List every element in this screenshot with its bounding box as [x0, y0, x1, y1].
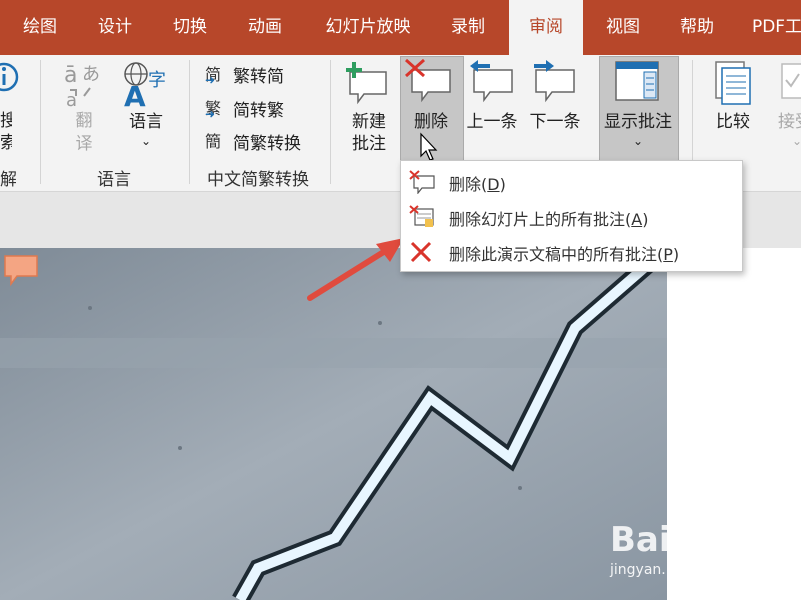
tab-draw[interactable]: 绘图 [8, 0, 72, 55]
chinese-conversion-group-label: 中文简繁转换 [207, 170, 309, 190]
convert-icon: 簡 [205, 132, 222, 151]
translate-icon: ā あ a [64, 63, 100, 108]
new-comment-label-top[interactable]: 新建 [347, 111, 391, 133]
svg-text:あ: あ [82, 64, 100, 85]
menu-item-delete-label: 删除(D) [449, 175, 506, 194]
mouse-cursor-icon [420, 132, 438, 161]
svg-text:字: 字 [148, 70, 166, 91]
tab-help[interactable]: 帮助 [665, 0, 729, 55]
smart-lookup-label-top[interactable]: 搜 [0, 110, 12, 132]
translate-label-bottom[interactable]: 译 [70, 133, 98, 155]
tab-transitions[interactable]: 切换 [158, 0, 222, 55]
group-separator [40, 60, 41, 184]
watermark-brand-cn: 经验 [710, 529, 767, 562]
menu-accelerator-key: A [631, 210, 643, 229]
traditional-to-simplified-icon: 简 ➜ [205, 65, 222, 87]
menu-item-delete-all-on-slide[interactable]: 删除幻灯片上的所有批注(A) [401, 200, 742, 234]
info-icon [0, 62, 19, 92]
group-separator [189, 60, 190, 184]
language-icon: A 字 [124, 62, 166, 108]
tab-design[interactable]: 设计 [83, 0, 147, 55]
tab-review[interactable]: 审阅 [509, 0, 583, 55]
paw-icon [671, 515, 705, 554]
watermark-brand: Bai [610, 520, 671, 560]
tab-view[interactable]: 视图 [591, 0, 655, 55]
menu-accelerator-key: P [663, 245, 673, 264]
baidu-watermark-logo: Bai 经验 [610, 510, 790, 595]
show-comments-chevron-icon[interactable]: ⌄ [630, 130, 646, 152]
tab-record[interactable]: 录制 [436, 0, 500, 55]
group-separator [330, 60, 331, 184]
previous-comment-icon [470, 60, 513, 103]
tab-pdf-tools[interactable]: PDF工 [742, 0, 801, 55]
convert-button[interactable]: 简繁转换 [233, 129, 301, 154]
menu-item-delete-all-in-presentation[interactable]: 删除此演示文稿中的所有批注(P) [401, 235, 742, 269]
translate-label-top[interactable]: 翻 [70, 110, 98, 132]
new-comment-label-bottom[interactable]: 批注 [347, 133, 391, 155]
delete-comment-icon [405, 58, 451, 103]
insights-group-label: 解 [0, 170, 16, 190]
ribbon-tab-bar: 绘图 设计 切换 动画 幻灯片放映 录制 审阅 视图 帮助 PDF工 [0, 0, 801, 55]
menu-item-delete[interactable]: 删除(D) [401, 165, 742, 199]
delete-comment-label[interactable]: 删除 [408, 111, 454, 133]
delete-all-comments-menu-icon [410, 241, 432, 263]
tab-animations[interactable]: 动画 [233, 0, 297, 55]
menu-item-delete-all-in-presentation-label: 删除此演示文稿中的所有批注(P) [449, 245, 680, 264]
new-comment-icon [346, 62, 387, 105]
accept-icon [781, 63, 801, 99]
delete-slide-comments-menu-icon [409, 205, 434, 227]
comment-marker-icon[interactable] [3, 254, 39, 286]
menu-accelerator-key: D [487, 175, 500, 194]
delete-comment-menu-icon [409, 170, 435, 194]
simplified-to-traditional-icon: 繁 ➜ [205, 99, 222, 121]
previous-comment-button[interactable]: 上一条 [462, 111, 522, 133]
compare-icon [715, 61, 751, 105]
accept-chevron-icon[interactable]: ⌄ [792, 130, 801, 152]
svg-text:A: A [124, 80, 146, 108]
svg-text:a: a [66, 90, 77, 108]
watermark-url: jingyan.baidu.com [610, 562, 740, 578]
to-traditional-button[interactable]: 简转繁 [233, 96, 284, 121]
annotation-arrow-icon [307, 238, 404, 301]
language-chevron-icon[interactable]: ⌄ [138, 130, 154, 152]
svg-text:ā: ā [64, 63, 77, 88]
delete-dropdown-menu: 删除(D) 删除幻灯片上的所有批注(A) 删除此演示文稿中的所有批注(P) [400, 160, 743, 272]
to-simplified-button[interactable]: 繁转简 [233, 62, 284, 87]
next-comment-icon [534, 60, 575, 103]
next-comment-button[interactable]: 下一条 [525, 111, 585, 133]
smart-lookup-label-bottom[interactable]: 索 [0, 132, 12, 154]
menu-item-delete-all-on-slide-label: 删除幻灯片上的所有批注(A) [449, 210, 649, 229]
compare-button[interactable]: 比较 [710, 111, 756, 133]
tab-slideshow[interactable]: 幻灯片放映 [313, 0, 423, 55]
language-group-label: 语言 [97, 170, 131, 190]
show-comments-icon [615, 61, 659, 101]
